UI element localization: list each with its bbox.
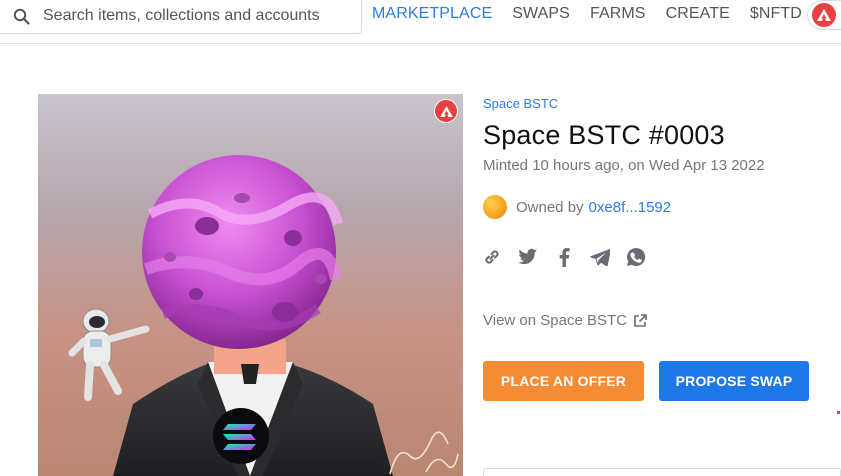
- link-icon[interactable]: [482, 247, 502, 267]
- owner-avatar: [483, 195, 507, 219]
- decorative-dot: [837, 411, 840, 414]
- view-on-collection-link[interactable]: View on Space BSTC: [483, 312, 647, 329]
- nav-swaps[interactable]: SWAPS: [512, 5, 570, 23]
- search-box[interactable]: [0, 0, 362, 34]
- nav-farms[interactable]: FARMS: [590, 5, 646, 23]
- nav-marketplace[interactable]: MARKETPLACE: [372, 5, 492, 23]
- telegram-icon[interactable]: [590, 247, 610, 267]
- owner-address-link[interactable]: 0xe8f...1592: [589, 199, 672, 216]
- place-offer-button[interactable]: PLACE AN OFFER: [483, 361, 644, 401]
- network-selector-button[interactable]: [807, 0, 841, 30]
- nav-create[interactable]: CREATE: [666, 5, 730, 23]
- external-link-icon: [634, 313, 647, 327]
- owner-row: Owned by 0xe8f...1592: [483, 195, 671, 219]
- share-icons: [482, 247, 646, 267]
- minted-date: Minted 10 hours ago, on Wed Apr 13 2022: [483, 157, 765, 174]
- collection-link[interactable]: Space BSTC: [483, 96, 558, 111]
- avalanche-icon: [434, 99, 458, 123]
- search-input[interactable]: [43, 5, 353, 27]
- details-panel: [483, 468, 841, 476]
- avalanche-icon: [812, 3, 836, 27]
- twitter-icon[interactable]: [518, 247, 538, 267]
- nft-artwork-image: [38, 94, 463, 476]
- facebook-icon[interactable]: [554, 247, 574, 267]
- owned-by-label: Owned by: [516, 198, 584, 216]
- propose-swap-button[interactable]: PROPOSE SWAP: [659, 361, 809, 401]
- main-nav: MARKETPLACE SWAPS FARMS CREATE $NFTD: [372, 5, 822, 23]
- search-icon: [13, 8, 30, 25]
- view-on-label: View on Space BSTC: [483, 312, 627, 329]
- top-navigation-bar: MARKETPLACE SWAPS FARMS CREATE $NFTD: [0, 0, 841, 44]
- item-title: Space BSTC #0003: [483, 120, 725, 150]
- nav-nftd[interactable]: $NFTD: [750, 5, 802, 23]
- whatsapp-icon[interactable]: [626, 247, 646, 267]
- nft-artwork-illustration: [68, 155, 459, 476]
